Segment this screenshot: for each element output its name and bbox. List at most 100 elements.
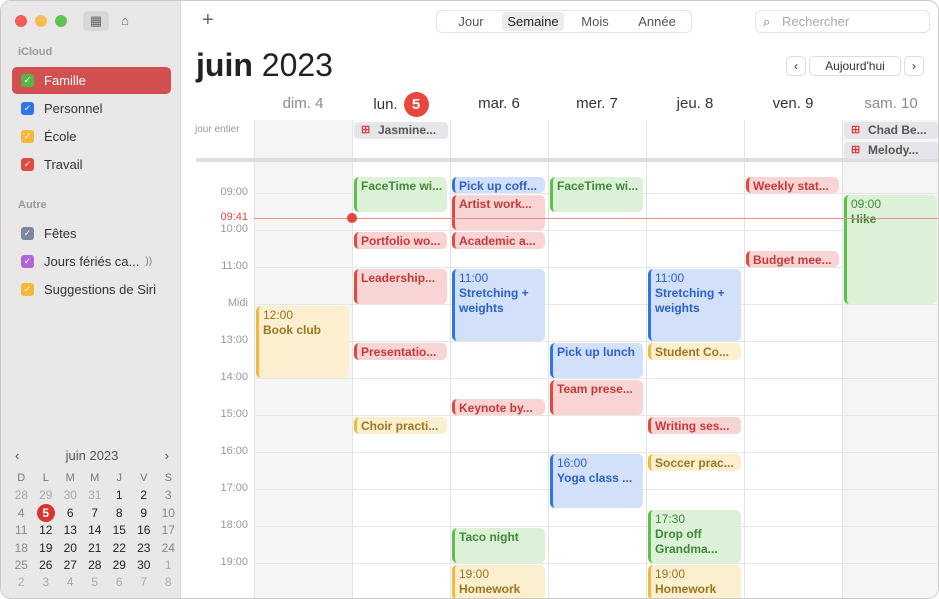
event[interactable]: Writing ses... <box>648 417 741 434</box>
mini-prev-icon[interactable]: ‹ <box>15 448 19 463</box>
next-week-button[interactable]: › <box>904 56 924 76</box>
event[interactable]: Portfolio wo... <box>354 232 447 249</box>
event[interactable]: Budget mee... <box>746 250 839 267</box>
day-header[interactable]: jeu. 8 <box>646 95 744 112</box>
mini-day[interactable]: 2 <box>9 573 34 590</box>
calendar-item[interactable]: ✓ École <box>12 123 171 150</box>
mini-day[interactable]: 14 <box>83 522 108 539</box>
event[interactable]: 19:00 Homework <box>648 565 741 598</box>
calendar-item[interactable]: ✓ Suggestions de Siri <box>12 276 171 303</box>
event[interactable]: Taco night <box>452 528 545 563</box>
event[interactable]: Team prese... <box>550 380 643 415</box>
event[interactable]: FaceTime wi... <box>550 176 643 212</box>
mini-day[interactable]: 19 <box>34 539 59 556</box>
tab-semaine[interactable]: Semaine <box>502 12 564 31</box>
mini-day[interactable]: 25 <box>9 556 34 573</box>
tab-jour[interactable]: Jour <box>440 12 502 31</box>
event[interactable]: Academic a... <box>452 232 545 249</box>
mini-day[interactable]: 4 <box>58 573 83 590</box>
mini-day[interactable]: 10 <box>156 504 181 522</box>
mini-day[interactable]: 7 <box>83 504 108 522</box>
mini-day[interactable]: 22 <box>107 539 132 556</box>
mini-day[interactable]: 21 <box>83 539 108 556</box>
mini-day[interactable]: 2 <box>132 486 157 503</box>
event[interactable]: Leadership... <box>354 269 447 304</box>
search-input[interactable]: ⌕ Rechercher <box>755 10 930 33</box>
day-header[interactable]: mer. 7 <box>548 95 646 112</box>
tab-année[interactable]: Année <box>626 12 688 31</box>
mini-day[interactable]: 9 <box>132 504 157 522</box>
mini-day[interactable]: 8 <box>107 504 132 522</box>
mini-day[interactable]: 6 <box>58 504 83 522</box>
mini-day[interactable]: 26 <box>34 556 59 573</box>
calendar-item[interactable]: ✓ Travail <box>12 151 171 178</box>
calendar-item[interactable]: ✓ Jours fériés ca... )) <box>12 248 171 275</box>
event[interactable]: Student Co... <box>648 343 741 360</box>
event[interactable]: Keynote by... <box>452 398 545 415</box>
mini-day[interactable]: 18 <box>9 539 34 556</box>
mini-day[interactable]: 4 <box>9 504 34 522</box>
event[interactable]: 11:00 Stretching + weights <box>452 269 545 341</box>
all-day-event[interactable]: ⊞ Melody... <box>844 142 938 159</box>
event[interactable]: 09:00 Hike <box>844 195 937 304</box>
all-day-event[interactable]: ⊞ Jasmine... <box>354 122 448 139</box>
mini-day[interactable]: 6 <box>107 573 132 590</box>
mini-day[interactable]: 31 <box>83 486 108 503</box>
mini-day[interactable]: 5 <box>34 503 59 522</box>
calendar-item[interactable]: ✓ Fêtes <box>12 220 171 247</box>
mini-day[interactable]: 3 <box>156 486 181 503</box>
mini-day[interactable]: 29 <box>34 486 59 503</box>
minimize-button[interactable] <box>35 15 47 27</box>
mini-day[interactable]: 29 <box>107 556 132 573</box>
inbox-icon[interactable]: ⌂ <box>112 11 138 31</box>
mini-day[interactable]: 3 <box>34 573 59 590</box>
mini-day[interactable]: 5 <box>83 573 108 590</box>
event[interactable]: 11:00 Stretching + weights <box>648 269 741 341</box>
event[interactable]: 19:00 Homework <box>452 565 545 598</box>
mini-day[interactable]: 15 <box>107 522 132 539</box>
checkbox[interactable]: ✓ <box>21 74 34 87</box>
mini-day[interactable]: 28 <box>9 486 34 503</box>
event[interactable]: Artist work... <box>452 195 545 230</box>
event[interactable]: Pick up lunch <box>550 343 643 378</box>
mini-day[interactable]: 7 <box>132 573 157 590</box>
all-day-event[interactable]: ⊞ Chad Be... <box>844 122 938 139</box>
mini-day[interactable]: 16 <box>132 522 157 539</box>
checkbox[interactable]: ✓ <box>21 283 34 296</box>
mini-day[interactable]: 24 <box>156 539 181 556</box>
day-header[interactable]: dim. 4 <box>254 95 352 112</box>
event[interactable]: 12:00 Book club <box>256 306 349 378</box>
event[interactable]: 16:00 Yoga class ... <box>550 454 643 508</box>
day-header[interactable]: sam. 10 <box>842 95 938 112</box>
mini-day[interactable]: 13 <box>58 522 83 539</box>
mini-day[interactable]: 12 <box>34 522 59 539</box>
zoom-button[interactable] <box>55 15 67 27</box>
checkbox[interactable]: ✓ <box>21 130 34 143</box>
event[interactable]: 17:30 Drop off Grandma... <box>648 509 741 563</box>
mini-day[interactable]: 28 <box>83 556 108 573</box>
event[interactable]: Choir practi... <box>354 417 447 434</box>
mini-day[interactable]: 30 <box>132 556 157 573</box>
mini-day[interactable]: 23 <box>132 539 157 556</box>
checkbox[interactable]: ✓ <box>21 227 34 240</box>
today-button[interactable]: Aujourd'hui <box>809 56 901 76</box>
mini-day[interactable]: 20 <box>58 539 83 556</box>
tab-mois[interactable]: Mois <box>564 12 626 31</box>
mini-next-icon[interactable]: › <box>165 448 169 463</box>
close-button[interactable] <box>15 15 27 27</box>
event[interactable]: Soccer prac... <box>648 454 741 471</box>
event[interactable]: Pick up coff... <box>452 176 545 193</box>
mini-day[interactable]: 1 <box>107 486 132 503</box>
day-header[interactable]: mar. 6 <box>450 95 548 112</box>
checkbox[interactable]: ✓ <box>21 158 34 171</box>
mini-day[interactable]: 17 <box>156 522 181 539</box>
checkbox[interactable]: ✓ <box>21 102 34 115</box>
mini-day[interactable]: 11 <box>9 522 34 539</box>
checkbox[interactable]: ✓ <box>21 255 34 268</box>
add-event-button[interactable]: + <box>202 9 214 32</box>
previous-week-button[interactable]: ‹ <box>786 56 806 76</box>
day-header[interactable]: lun. 5 <box>352 92 450 117</box>
day-header[interactable]: ven. 9 <box>744 95 842 112</box>
event[interactable]: FaceTime wi... <box>354 176 447 212</box>
mini-day[interactable]: 1 <box>156 556 181 573</box>
